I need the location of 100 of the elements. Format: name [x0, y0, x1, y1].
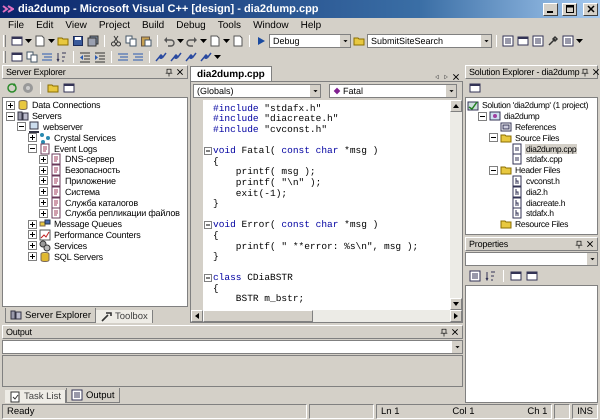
expand-icon[interactable] [39, 187, 48, 196]
tree-item[interactable]: diacreate.h [525, 198, 566, 208]
dropdown-arrow-icon[interactable] [177, 39, 184, 43]
collapse-icon[interactable] [489, 166, 498, 175]
tree-item[interactable]: Resource Files [514, 219, 570, 230]
tree-item[interactable]: Event Logs [53, 144, 98, 154]
menu-item[interactable]: Edit [30, 20, 60, 31]
member-dropdown[interactable]: Fatal [329, 84, 457, 98]
expand-icon[interactable] [28, 133, 37, 142]
collapse-icon[interactable] [489, 133, 498, 142]
tree-item[interactable]: Performance Counters [53, 230, 142, 240]
expand-icon[interactable] [39, 198, 48, 208]
collapse-icon[interactable] [28, 144, 37, 154]
configuration-dropdown[interactable]: Debug [269, 34, 351, 48]
pin-icon[interactable] [575, 240, 583, 248]
refresh-icon[interactable] [5, 81, 19, 95]
tree-item[interactable]: dia2dump [503, 111, 540, 122]
project-dropdown[interactable]: SubmitSiteSearch [367, 34, 492, 48]
close-icon[interactable] [176, 68, 184, 76]
expand-icon[interactable] [39, 208, 48, 218]
scroll-right-icon[interactable] [454, 313, 458, 319]
tree-item[interactable]: Система [64, 186, 101, 197]
collapse-icon[interactable] [204, 146, 212, 155]
tree-item[interactable]: Crystal Services [53, 132, 117, 143]
dropdown-arrow-icon[interactable] [223, 39, 230, 43]
close-icon[interactable] [452, 73, 460, 81]
menu-item[interactable]: Window [247, 20, 295, 31]
tree-item[interactable]: Servers [31, 111, 63, 122]
dropdown-arrow-icon[interactable] [25, 39, 32, 43]
vertical-scrollbar[interactable] [450, 100, 462, 310]
expand-icon[interactable] [6, 100, 15, 110]
expand-icon[interactable] [28, 241, 37, 250]
scroll-left-icon[interactable] [195, 313, 199, 319]
expand-icon[interactable] [39, 176, 48, 186]
tree-item[interactable]: cvconst.h [525, 176, 561, 186]
tree-item[interactable]: Служба каталогов [64, 198, 139, 208]
cut-icon[interactable] [109, 34, 123, 48]
indent-icon[interactable] [93, 50, 107, 64]
tools-icon[interactable] [546, 34, 560, 48]
sort-icon[interactable] [484, 269, 498, 283]
pin-icon[interactable] [165, 68, 173, 76]
collapse-icon[interactable] [6, 112, 15, 121]
add-item-icon[interactable] [33, 34, 47, 48]
expand-icon[interactable] [28, 252, 37, 262]
close-icon[interactable] [592, 68, 600, 76]
tree-item[interactable]: dia2dump.cpp [525, 144, 578, 154]
horizontal-scrollbar[interactable] [191, 310, 462, 322]
menu-item[interactable]: Project [92, 20, 136, 31]
categorized-icon[interactable] [468, 269, 482, 283]
collapse-icon[interactable] [204, 274, 212, 282]
output-source-dropdown[interactable] [2, 340, 463, 354]
copy-icon[interactable] [124, 34, 138, 48]
menu-item[interactable]: Help [294, 20, 328, 31]
expand-icon[interactable] [39, 154, 48, 164]
close-icon[interactable] [586, 240, 594, 248]
outdent-icon[interactable] [78, 50, 92, 64]
scroll-up-icon[interactable] [453, 104, 459, 108]
tree-item[interactable]: Services [53, 240, 88, 251]
close-icon[interactable] [451, 328, 459, 336]
dropdown-arrow-icon[interactable] [48, 39, 55, 43]
menu-item[interactable]: Debug [170, 20, 212, 31]
panel-tab[interactable]: Task List [5, 390, 66, 403]
paste-icon[interactable] [139, 34, 153, 48]
tree-item[interactable]: Source Files [514, 132, 560, 143]
tree-item[interactable]: dia2.h [525, 186, 549, 197]
document-tab[interactable]: dia2dump.cpp [190, 66, 272, 81]
tree-item[interactable]: stdafx.h [525, 208, 555, 218]
maximize-button[interactable] [562, 2, 577, 16]
tree-item[interactable]: stdafx.cpp [525, 154, 564, 164]
panel-tab[interactable]: Server Explorer [5, 308, 96, 323]
panel-tab[interactable]: Toolbox [96, 310, 153, 323]
menu-item[interactable]: Build [136, 20, 170, 31]
tree-item[interactable]: Служба репликации файлов [64, 208, 181, 218]
redo-icon[interactable] [185, 34, 199, 48]
save-icon[interactable] [71, 34, 85, 48]
close-button[interactable] [583, 2, 598, 16]
tree-item[interactable]: Message Queues [53, 219, 123, 230]
object-dropdown[interactable] [465, 252, 598, 266]
pin-icon[interactable] [440, 328, 448, 336]
tree-item[interactable]: Data Connections [31, 100, 102, 110]
dropdown-arrow-icon[interactable] [214, 55, 221, 59]
tree-item[interactable]: SQL Servers [53, 252, 104, 262]
panel-tab[interactable]: Output [66, 388, 120, 403]
collapse-icon[interactable] [478, 112, 487, 121]
expand-icon[interactable] [28, 230, 37, 240]
pin-icon[interactable] [581, 68, 590, 76]
dropdown-arrow-icon[interactable] [200, 39, 207, 43]
tree-item[interactable]: Header Files [514, 165, 562, 176]
tree-item[interactable]: Solution 'dia2dump' (1 project) [481, 100, 590, 110]
expand-icon[interactable] [28, 220, 37, 229]
expand-icon[interactable] [39, 166, 48, 175]
scroll-down-icon[interactable] [453, 302, 459, 306]
code-editor[interactable] [203, 100, 450, 310]
tree-item[interactable]: webserver [42, 122, 84, 132]
menu-item[interactable]: View [59, 20, 93, 31]
menu-item[interactable]: Tools [212, 20, 248, 31]
menu-item[interactable]: File [2, 20, 30, 31]
minimize-button[interactable] [543, 2, 558, 16]
tree-item[interactable]: Приложение [64, 176, 117, 186]
collapse-icon[interactable] [204, 220, 212, 229]
